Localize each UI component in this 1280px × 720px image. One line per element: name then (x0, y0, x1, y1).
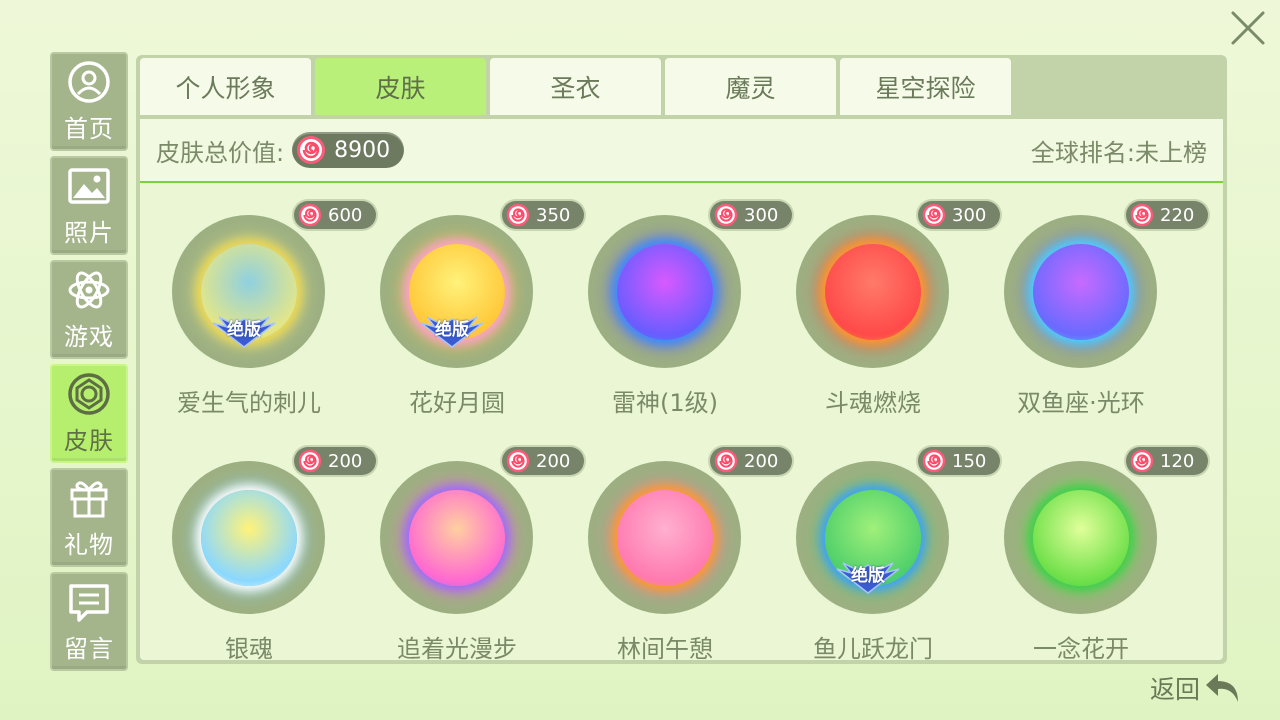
skin-name: 银魂 (225, 635, 273, 663)
user-icon (66, 59, 112, 105)
close-button[interactable] (1228, 8, 1268, 48)
total-value: 8900 (334, 137, 391, 163)
sidebar-item-label: 游戏 (64, 323, 114, 351)
global-rank: 全球排名:未上榜 (1030, 138, 1207, 167)
photo-icon (66, 163, 112, 209)
skin-name: 花好月圆 (409, 389, 505, 417)
skin-preview (796, 215, 949, 368)
atom-icon (66, 267, 112, 313)
skin-item[interactable]: 200 林间午憩 (556, 431, 792, 663)
skin-icon (66, 371, 112, 417)
tab-spirit[interactable]: 魔灵 (665, 58, 836, 115)
tab-armor[interactable]: 圣衣 (490, 58, 661, 115)
skin-name: 雷神(1级) (612, 389, 718, 417)
skin-item[interactable]: 600 绝版 爱生气的刺儿 (140, 185, 376, 417)
back-arrow-icon (1206, 674, 1239, 702)
total-value-label: 皮肤总价值: (156, 138, 285, 167)
skin-item[interactable]: 220 双鱼座·光环 (972, 185, 1208, 417)
main-panel: 个人形象 皮肤 圣衣 魔灵 星空探险 皮肤总价值: 8900 全球排名:未上榜 … (136, 55, 1227, 664)
badge-label: 绝版 (227, 320, 261, 340)
skin-item[interactable]: 300 斗魂燃烧 (764, 185, 1000, 417)
limited-badge: 绝版 (833, 559, 903, 595)
skin-orb (1032, 489, 1129, 586)
skin-item[interactable]: 350 绝版 花好月圆 (348, 185, 584, 417)
skin-preview (588, 215, 741, 368)
skin-item[interactable]: 200 追着光漫步 (348, 431, 584, 663)
sidebar-item-label: 照片 (64, 219, 114, 247)
skin-item[interactable]: 150 绝版 鱼儿跃龙门 (764, 431, 1000, 663)
skin-item[interactable]: 300 雷神(1级) (556, 185, 792, 417)
candy-icon (1130, 449, 1154, 473)
skin-name: 林间午憩 (617, 635, 713, 663)
gift-icon (66, 475, 112, 521)
candy-icon (922, 449, 946, 473)
back-label: 返回 (1150, 675, 1201, 704)
sidebar-item-gifts[interactable]: 礼物 (50, 468, 128, 567)
info-bar: 皮肤总价值: 8900 全球排名:未上榜 (140, 119, 1223, 183)
skin-preview (588, 461, 741, 614)
sidebar-item-games[interactable]: 游戏 (50, 260, 128, 359)
skin-grid: 600 绝版 爱生气的刺儿 350 绝版 花好月圆 300 雷神(1级) 300 斗魂燃烧 220 双… (140, 185, 1223, 663)
candy-icon (297, 136, 326, 164)
skin-name: 爱生气的刺儿 (177, 389, 321, 417)
tab-bar: 个人形象 皮肤 圣衣 魔灵 星空探险 (140, 58, 1015, 115)
skin-orb (200, 489, 297, 586)
skin-item[interactable]: 120 一念花开 (972, 431, 1208, 663)
limited-badge: 绝版 (209, 313, 279, 349)
sidebar-item-skins[interactable]: 皮肤 (50, 364, 128, 463)
skin-name: 一念花开 (1033, 635, 1129, 663)
sidebar-item-label: 首页 (64, 115, 114, 143)
skin-orb (824, 243, 921, 340)
total-value-pill: 8900 (292, 132, 405, 168)
sidebar-item-messages[interactable]: 留言 (50, 572, 128, 671)
tab-star-adventure[interactable]: 星空探险 (840, 58, 1011, 115)
badge-label: 绝版 (851, 566, 885, 586)
sidebar-item-label: 礼物 (64, 531, 114, 559)
message-icon (66, 579, 112, 625)
skin-item[interactable]: 200 银魂 (140, 431, 376, 663)
skin-name: 斗魂燃烧 (825, 389, 921, 417)
skin-content: 皮肤总价值: 8900 全球排名:未上榜 600 绝版 爱生气的刺儿 350 绝版 花好月… (140, 119, 1223, 663)
limited-badge: 绝版 (417, 313, 487, 349)
price-value: 220 (1160, 204, 1195, 226)
skin-name: 双鱼座·光环 (1017, 389, 1145, 417)
tab-avatar[interactable]: 个人形象 (140, 58, 311, 115)
skin-preview (1004, 461, 1157, 614)
candy-icon (922, 203, 946, 227)
candy-icon (506, 203, 530, 227)
skin-orb (408, 489, 505, 586)
skin-orb (616, 243, 713, 340)
sidebar-item-home[interactable]: 首页 (50, 52, 128, 151)
price-tag: 120 (1126, 447, 1208, 475)
skin-preview (172, 461, 325, 614)
price-tag: 220 (1126, 201, 1208, 229)
candy-icon (714, 449, 738, 473)
tab-skins[interactable]: 皮肤 (315, 58, 486, 115)
candy-icon (298, 203, 322, 227)
close-x-icon (1231, 11, 1265, 45)
candy-icon (714, 203, 738, 227)
candy-icon (1130, 203, 1154, 227)
sidebar-item-label: 留言 (64, 635, 114, 663)
sidebar-item-label: 皮肤 (64, 427, 114, 455)
skin-orb (1032, 243, 1129, 340)
skin-preview (380, 461, 533, 614)
badge-label: 绝版 (435, 320, 469, 340)
skin-preview (1004, 215, 1157, 368)
skin-name: 追着光漫步 (397, 635, 517, 663)
sidebar: 首页 照片 游戏 皮肤 礼物 留言 (50, 52, 128, 676)
skin-orb (616, 489, 713, 586)
skin-name: 鱼儿跃龙门 (813, 635, 933, 663)
sidebar-item-photos[interactable]: 照片 (50, 156, 128, 255)
price-value: 120 (1160, 450, 1195, 472)
candy-icon (506, 449, 530, 473)
candy-icon (298, 449, 322, 473)
back-button[interactable]: 返回 (1150, 668, 1244, 708)
